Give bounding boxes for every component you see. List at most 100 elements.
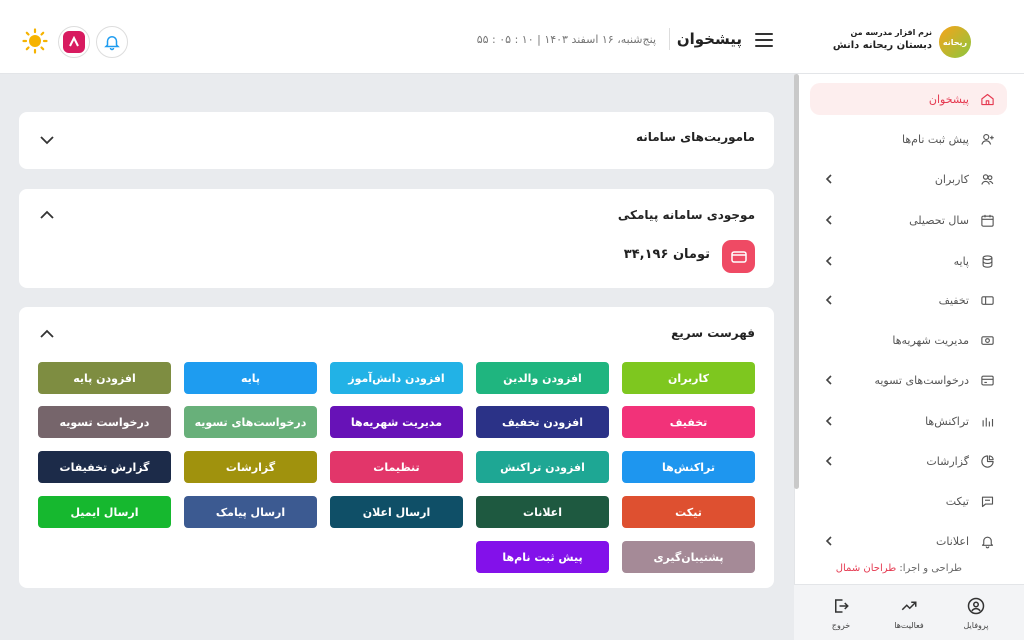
quick-button[interactable]: درخواست تسویه [38, 406, 171, 438]
chat-icon [979, 493, 995, 509]
notification-bell-button[interactable] [96, 26, 128, 58]
bell-icon [104, 36, 120, 51]
sidebar-item[interactable]: تیکت [810, 485, 1007, 517]
activities-label: فعالیت‌ها [894, 621, 924, 630]
sidebar-item[interactable]: پیش ثبت نام‌ها [810, 123, 1007, 155]
page-title: پیشخوان [676, 30, 742, 48]
sidebar-item-label: کاربران [934, 172, 969, 186]
quick-title: فهرست سریع [671, 326, 755, 340]
brand-title: دبستان ریحانه دانش [832, 40, 932, 51]
credit: طراحی و اجرا: طراحان شمال [836, 563, 962, 574]
sidebar-item-label: تخفیف [938, 293, 969, 307]
quick-button[interactable]: تنظیمات [330, 451, 463, 483]
sidebar-item[interactable]: سال تحصیلی [810, 204, 1007, 236]
theme-toggle-button[interactable] [22, 28, 48, 58]
cash-icon [979, 332, 995, 348]
sidebar-item[interactable]: مدیریت شهریه‌ها [810, 324, 1007, 356]
sidebar-item[interactable]: تخفیف [810, 284, 1007, 316]
sidebar-item-label: گزارشات [926, 454, 969, 468]
sidebar-item-label: مدیریت شهریه‌ها [892, 333, 969, 347]
logout-icon [835, 599, 849, 613]
sidebar-scrollbar[interactable] [794, 74, 799, 489]
sidebar-item-label: سال تحصیلی [909, 213, 969, 227]
missions-title: ماموریت‌های سامانه [635, 130, 755, 144]
ticket-icon [979, 292, 995, 308]
credit-prefix: طراحی و اجرا: [899, 563, 962, 574]
top-bar: ریحانه نرم افزار مدرسه من دبستان ریحانه … [0, 0, 1024, 74]
chevron-left-icon [825, 256, 832, 266]
quick-button[interactable]: تخفیف [622, 406, 755, 438]
hamburger-menu-icon[interactable] [755, 33, 773, 47]
sidebar-item-label: تراکنش‌ها [925, 414, 969, 428]
profile-button[interactable]: پروفایل [946, 597, 1006, 630]
app-logo-button[interactable] [58, 26, 90, 58]
quick-button[interactable]: افزودن تراکنش [476, 451, 609, 483]
sidebar-item-label: پیش ثبت نام‌ها [902, 132, 969, 146]
sidebar-item[interactable]: گزارشات [810, 445, 1007, 477]
chevron-down-icon[interactable] [39, 134, 55, 146]
quick-button[interactable]: مدیریت شهریه‌ها [330, 406, 463, 438]
quick-button[interactable]: گزارش تخفیفات [38, 451, 171, 483]
sms-balance-card: موجودی سامانه پیامکی ۳۴,۱۹۶ تومان [19, 189, 774, 288]
missions-card[interactable]: ماموریت‌های سامانه [19, 112, 774, 169]
quick-button[interactable]: درخواست‌های تسویه [184, 406, 317, 438]
chevron-left-icon [825, 456, 832, 466]
sidebar-item[interactable]: اعلانات [810, 525, 1007, 557]
brand: نرم افزار مدرسه من دبستان ریحانه دانش [833, 27, 932, 53]
sidebar-item-label: درخواست‌های تسویه [874, 373, 969, 387]
quick-button[interactable]: افزودن دانش‌آموز [330, 362, 463, 394]
quick-button[interactable]: افزودن پایه [38, 362, 171, 394]
credit-link[interactable]: طراحان شمال [836, 563, 896, 574]
quick-button[interactable]: افزودن تخفیف [476, 406, 609, 438]
chevron-left-icon [825, 174, 832, 184]
trend-icon [901, 601, 917, 611]
quick-button[interactable]: پیش ثبت نام‌ها [476, 541, 609, 573]
activities-button[interactable]: فعالیت‌ها [879, 597, 939, 630]
quick-button[interactable]: گزارشات [184, 451, 317, 483]
quick-button[interactable]: تراکنش‌ها [622, 451, 755, 483]
sidebar-item[interactable]: درخواست‌های تسویه [810, 364, 1007, 396]
quick-button[interactable]: ارسال پیامک [184, 496, 317, 528]
quick-button[interactable]: ارسال ایمیل [38, 496, 171, 528]
chevron-left-icon [825, 416, 832, 426]
profile-label: پروفایل [963, 621, 989, 630]
wallet-icon [730, 250, 747, 263]
sidebar-item[interactable]: پایه [810, 245, 1007, 277]
quick-button[interactable]: ارسال اعلان [330, 496, 463, 528]
logout-button[interactable]: خروج [811, 597, 871, 630]
bars-icon [979, 413, 995, 429]
sidebar-item[interactable]: پیشخوان [810, 83, 1007, 115]
quick-button[interactable]: اعلانات [476, 496, 609, 528]
chevron-left-icon [825, 215, 832, 225]
sidebar-item-label: پایه [953, 254, 969, 268]
user-plus-icon [979, 131, 995, 147]
sidebar-item[interactable]: تراکنش‌ها [810, 405, 1007, 437]
quick-button[interactable]: تیکت [622, 496, 755, 528]
sun-icon [22, 28, 48, 54]
quick-button[interactable]: کاربران [622, 362, 755, 394]
wallet-badge [722, 240, 755, 273]
bottom-nav: پروفایل فعالیت‌ها خروج [794, 584, 1024, 640]
sidebar-item-label: اعلانات [936, 534, 969, 548]
database-icon [979, 253, 995, 269]
brand-subtitle: نرم افزار مدرسه من [850, 28, 932, 37]
chevron-left-icon [825, 375, 832, 385]
chevron-up-icon[interactable] [39, 209, 55, 221]
sms-balance: ۳۴,۱۹۶ تومان [623, 247, 710, 262]
users-icon [979, 171, 995, 187]
school-logo[interactable]: ریحانه [939, 26, 971, 58]
sms-title: موجودی سامانه پیامکی [617, 208, 755, 222]
home-icon [979, 91, 995, 107]
bell-icon [979, 533, 995, 549]
chevron-left-icon [825, 536, 832, 546]
quick-button[interactable]: پشتیبان‌گیری [622, 541, 755, 573]
card-icon [979, 372, 995, 388]
sidebar-item[interactable]: کاربران [810, 163, 1007, 195]
sidebar-item-label: پیشخوان [928, 92, 969, 106]
header-divider [669, 28, 670, 50]
chevron-up-icon[interactable] [39, 328, 55, 340]
quick-button[interactable]: پایه [184, 362, 317, 394]
quick-button[interactable]: افزودن والدین [476, 362, 609, 394]
logout-label: خروج [831, 621, 851, 630]
sidebar-item-label: تیکت [945, 494, 969, 508]
